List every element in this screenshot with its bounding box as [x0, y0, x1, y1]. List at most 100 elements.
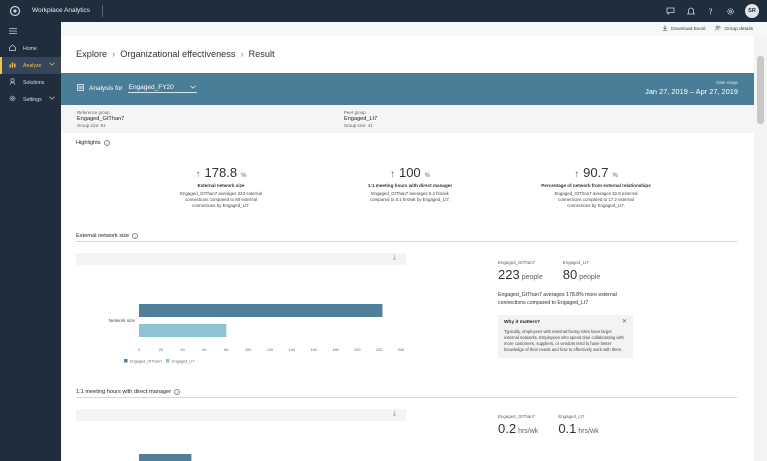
notifications-icon[interactable]	[685, 6, 696, 17]
x-tick-label: 40	[181, 348, 185, 352]
reference-group: Reference group Engaged_GtThan7 Group si…	[77, 110, 124, 128]
peer-comparison: Engaged_Lt7 0.1 hrs/wk	[558, 414, 598, 436]
main-content: Download Excel Group details Explore › O…	[61, 22, 767, 461]
peer-value-number: 0.1	[558, 421, 577, 436]
arrow-up-icon: ↑	[574, 169, 580, 180]
nav-item-home[interactable]: Home	[0, 40, 61, 57]
x-tick-label: 0	[138, 348, 140, 352]
x-tick-label: 100	[245, 348, 251, 352]
external-network-chart: ⤓ Network sizeEngaged_GtThan7: 223 Engage…	[76, 253, 406, 368]
peer-value-unit: people	[579, 274, 601, 281]
reference-group-name: Engaged_GtThan7	[77, 116, 125, 122]
x-tick-label: 120	[267, 348, 273, 352]
highlight-unit: %	[612, 173, 618, 179]
peer-group-size: Group size: 41	[344, 123, 373, 128]
reference-value-unit: hrs/wk	[518, 428, 539, 435]
external-network-title-text: External network size	[76, 233, 130, 239]
external-network-bar-chart: Network sizeEngaged_GtThan7: 223 Engaged_…	[109, 304, 404, 364]
comparison-values: Engaged_GtThan7 0.2 hrs/wk Engaged_Lt7 0.…	[498, 414, 599, 436]
category-label: Network size	[109, 318, 136, 323]
highlights-title-text: Highlights	[76, 140, 101, 146]
vertical-scrollbar[interactable]	[754, 36, 767, 461]
command-bar: Download Excel Group details	[61, 22, 767, 36]
chart-toolbar: ⤓	[76, 409, 406, 421]
meeting-hours-bar-chart	[139, 454, 192, 461]
highlight-value: ↑ 178.8 %	[131, 165, 311, 180]
x-tick-label: 60	[202, 348, 206, 352]
analysis-dropdown[interactable]: Engaged_FY20	[127, 84, 197, 93]
highlight-metric-name: 1:1 meeting hours with direct manager	[367, 183, 453, 188]
reference-comparison-label: Engaged_GtThan7	[498, 414, 536, 419]
settings-icon	[9, 95, 16, 104]
breadcrumb: Explore › Organizational effectiveness ›…	[76, 49, 275, 59]
close-icon[interactable]: ✕	[622, 318, 627, 325]
bar-engaged-lt7: Engaged_Lt7: 80	[139, 324, 227, 337]
meeting-hours-chart: ⤓	[76, 409, 406, 461]
analysis-selector: Analysis for Engaged_FY20	[77, 84, 197, 93]
nav-item-solutions[interactable]: Solutions	[0, 74, 61, 91]
hamburger-menu-icon[interactable]	[0, 22, 61, 40]
group-details-button[interactable]: Group details	[715, 25, 753, 33]
scrollbar-thumb[interactable]	[757, 56, 764, 124]
peer-value-number: 80	[562, 267, 578, 282]
reference-value-number: 223	[498, 267, 520, 282]
nav-item-settings[interactable]: Settings	[0, 91, 61, 108]
highlight-description: Engaged_GtThan7 averages 32.8 external c…	[554, 191, 638, 208]
highlight-unit: %	[241, 173, 247, 179]
reference-group-size: Group size: 51	[77, 123, 106, 128]
app-bar: Workplace Analytics ? SR	[0, 0, 767, 22]
peer-group-name: Engaged_Lt7	[344, 116, 378, 122]
nav-item-analyze[interactable]: Analyze	[0, 57, 61, 74]
breadcrumb-explore[interactable]: Explore	[76, 49, 107, 59]
highlight-value: ↑ 90.7 %	[506, 165, 686, 180]
breadcrumb-organizational-effectiveness[interactable]: Organizational effectiveness	[120, 49, 235, 59]
reference-group-label: Reference group	[77, 110, 110, 115]
reference-comparison: Engaged_GtThan7 0.2 hrs/wk	[498, 414, 538, 436]
analyze-icon	[9, 61, 16, 70]
section-divider	[76, 397, 737, 398]
reference-value-number: 0.2	[498, 421, 517, 436]
x-tick-label: 160	[310, 348, 316, 352]
x-tick-label: 200	[354, 348, 360, 352]
arrow-up-icon: ↑	[389, 169, 395, 180]
peer-comparison-value: 0.1 hrs/wk	[558, 421, 598, 436]
x-tick-label: 80	[224, 348, 228, 352]
peer-comparison-label: Engaged_Lt7	[562, 260, 589, 265]
arrow-up-icon: ↑	[195, 169, 201, 180]
svg-text:?: ?	[708, 7, 712, 16]
workplace-analytics-logo-icon	[6, 2, 24, 20]
legend-swatch	[124, 359, 128, 363]
bar-engaged-gtthan7: Engaged_GtThan7: 223	[139, 304, 383, 317]
help-icon[interactable]: ?	[705, 6, 716, 17]
highlight-unit: %	[424, 173, 431, 179]
info-icon[interactable]: i	[103, 140, 110, 146]
highlight-card: ↑ 178.8 % External network size Engaged_…	[131, 165, 311, 209]
comparison-statement: Engaged_GtThan7 averages 178.8% more ext…	[498, 292, 617, 306]
chart-toolbar: ⤓	[76, 253, 406, 265]
settings-icon[interactable]	[725, 6, 736, 17]
analysis-band: Analysis for Engaged_FY20 Date range Jan…	[61, 73, 754, 105]
breadcrumb-result: Result	[248, 49, 275, 59]
highlight-value: ↑ 100 %	[320, 165, 500, 180]
meeting-hours-summary: Engaged_GtThan7 0.2 hrs/wk Engaged_Lt7 0.…	[498, 414, 599, 436]
external-network-summary: Engaged_GtThan7 223 people Engaged_Lt7 80…	[498, 260, 644, 358]
highlights-title: Highlights i	[76, 140, 110, 146]
nav-item-label: Analyze	[23, 62, 42, 69]
avatar[interactable]: SR	[745, 4, 759, 18]
bar-engaged-gtthan7	[139, 454, 192, 461]
download-excel-button[interactable]: Download Excel	[662, 25, 705, 33]
breadcrumb-separator: ›	[240, 49, 244, 59]
expand-icon[interactable]: ⤓	[393, 410, 396, 418]
breadcrumb-separator: ›	[112, 49, 116, 59]
x-tick-label: 240	[398, 348, 404, 352]
highlight-number: 178.8	[204, 165, 238, 180]
app-title: Workplace Analytics	[32, 5, 104, 17]
expand-icon[interactable]: ⤓	[393, 254, 396, 262]
highlight-metric-name: Percentage of network from external rela…	[541, 183, 651, 188]
download-label: Download Excel	[671, 26, 706, 32]
info-icon[interactable]: i	[132, 233, 139, 239]
info-icon[interactable]: i	[174, 389, 181, 395]
feedback-icon[interactable]	[665, 6, 676, 17]
peer-comparison-label: Engaged_Lt7	[558, 414, 585, 419]
peer-value-unit: hrs/wk	[578, 428, 599, 435]
